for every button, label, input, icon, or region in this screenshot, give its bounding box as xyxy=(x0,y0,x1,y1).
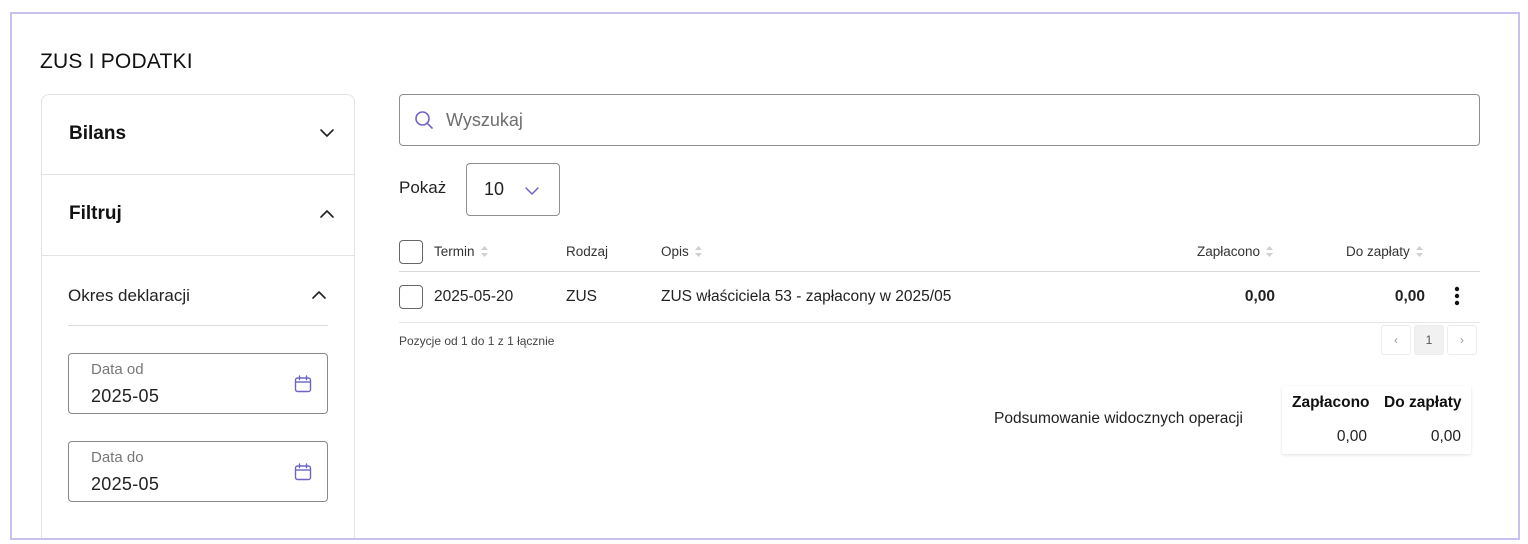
calendar-icon[interactable] xyxy=(293,462,313,482)
search-icon xyxy=(413,109,435,131)
column-do-zaplaty-label: Do zapłaty xyxy=(1346,244,1410,259)
search-input[interactable] xyxy=(446,107,1446,133)
next-page-button[interactable]: › xyxy=(1447,325,1477,355)
sort-icon xyxy=(1266,246,1274,257)
summary-card: Zapłacono Do zapłaty 0,00 0,00 xyxy=(1282,386,1471,454)
row-zaplacono: 0,00 xyxy=(1244,288,1275,305)
table-row[interactable]: 2025-05-20 ZUS ZUS właściciela 53 - zapł… xyxy=(399,272,1480,323)
table-header: Termin Rodzaj Opis Zapłacono Do zapłaty xyxy=(399,232,1480,272)
row-termin: 2025-05-20 xyxy=(434,288,514,305)
page-size-label: Pokaż xyxy=(399,178,447,197)
chevron-up-icon xyxy=(318,205,336,223)
sort-icon xyxy=(480,246,488,257)
page-size-value: 10 xyxy=(484,179,505,199)
select-all-checkbox[interactable] xyxy=(399,240,423,264)
date-to-value: 2025-05 xyxy=(91,474,160,494)
column-zaplacono-label: Zapłacono xyxy=(1197,244,1261,259)
filter-accordion[interactable]: Filtruj xyxy=(42,175,354,256)
period-accordion[interactable]: Okres deklaracji xyxy=(68,258,328,326)
row-opis: ZUS właściciela 53 - zapłacony w 2025/05 xyxy=(661,288,952,305)
summary-do-zaplaty-header: Do zapłaty xyxy=(1384,394,1462,411)
page-button-1[interactable]: 1 xyxy=(1414,325,1444,355)
page-size-select[interactable]: 10 xyxy=(466,163,560,216)
search-box xyxy=(399,94,1480,146)
summary-label: Podsumowanie widocznych operacji xyxy=(994,410,1243,427)
column-do-zaplaty[interactable]: Do zapłaty xyxy=(1346,244,1424,259)
bilans-label: Bilans xyxy=(69,123,127,144)
column-rodzaj: Rodzaj xyxy=(566,244,608,259)
sidebar-panel: Bilans Filtruj Okres deklaracji Data od … xyxy=(41,94,355,538)
column-termin-label: Termin xyxy=(434,244,475,259)
chevron-down-icon xyxy=(523,182,541,200)
page-title: ZUS I PODATKI xyxy=(40,50,193,73)
calendar-icon[interactable] xyxy=(293,374,313,394)
date-from-label: Data od xyxy=(91,361,144,378)
pagination: ‹ 1 › xyxy=(1381,325,1477,355)
sort-icon xyxy=(694,246,702,257)
summary-zaplacono-value: 0,00 xyxy=(1336,428,1367,445)
date-from-value: 2025-05 xyxy=(91,386,160,406)
more-options-icon[interactable] xyxy=(1449,284,1465,308)
main-frame: ZUS I PODATKI Bilans Filtruj Okres dekla… xyxy=(10,12,1520,540)
bilans-accordion[interactable]: Bilans xyxy=(42,95,354,175)
row-checkbox[interactable] xyxy=(399,285,423,309)
chevron-up-icon xyxy=(310,286,328,304)
summary-zaplacono-header: Zapłacono xyxy=(1292,394,1370,411)
date-from-field[interactable]: Data od 2025-05 xyxy=(68,353,328,414)
summary-do-zaplaty-value: 0,00 xyxy=(1430,428,1461,445)
column-opis[interactable]: Opis xyxy=(661,244,703,259)
chevron-down-icon xyxy=(318,124,336,142)
sort-icon xyxy=(1415,246,1423,257)
column-termin[interactable]: Termin xyxy=(434,244,489,259)
row-rodzaj: ZUS xyxy=(566,288,597,305)
pagination-range: Pozycje od 1 do 1 z 1 łącznie xyxy=(399,334,555,348)
date-to-label: Data do xyxy=(91,449,144,466)
column-zaplacono[interactable]: Zapłacono xyxy=(1197,244,1274,259)
column-rodzaj-label: Rodzaj xyxy=(566,244,609,259)
column-opis-label: Opis xyxy=(661,244,689,259)
date-to-field[interactable]: Data do 2025-05 xyxy=(68,441,328,502)
period-label: Okres deklaracji xyxy=(68,286,190,305)
row-do-zaplaty: 0,00 xyxy=(1394,288,1425,305)
prev-page-button[interactable]: ‹ xyxy=(1381,325,1411,355)
filter-label: Filtruj xyxy=(69,203,122,224)
